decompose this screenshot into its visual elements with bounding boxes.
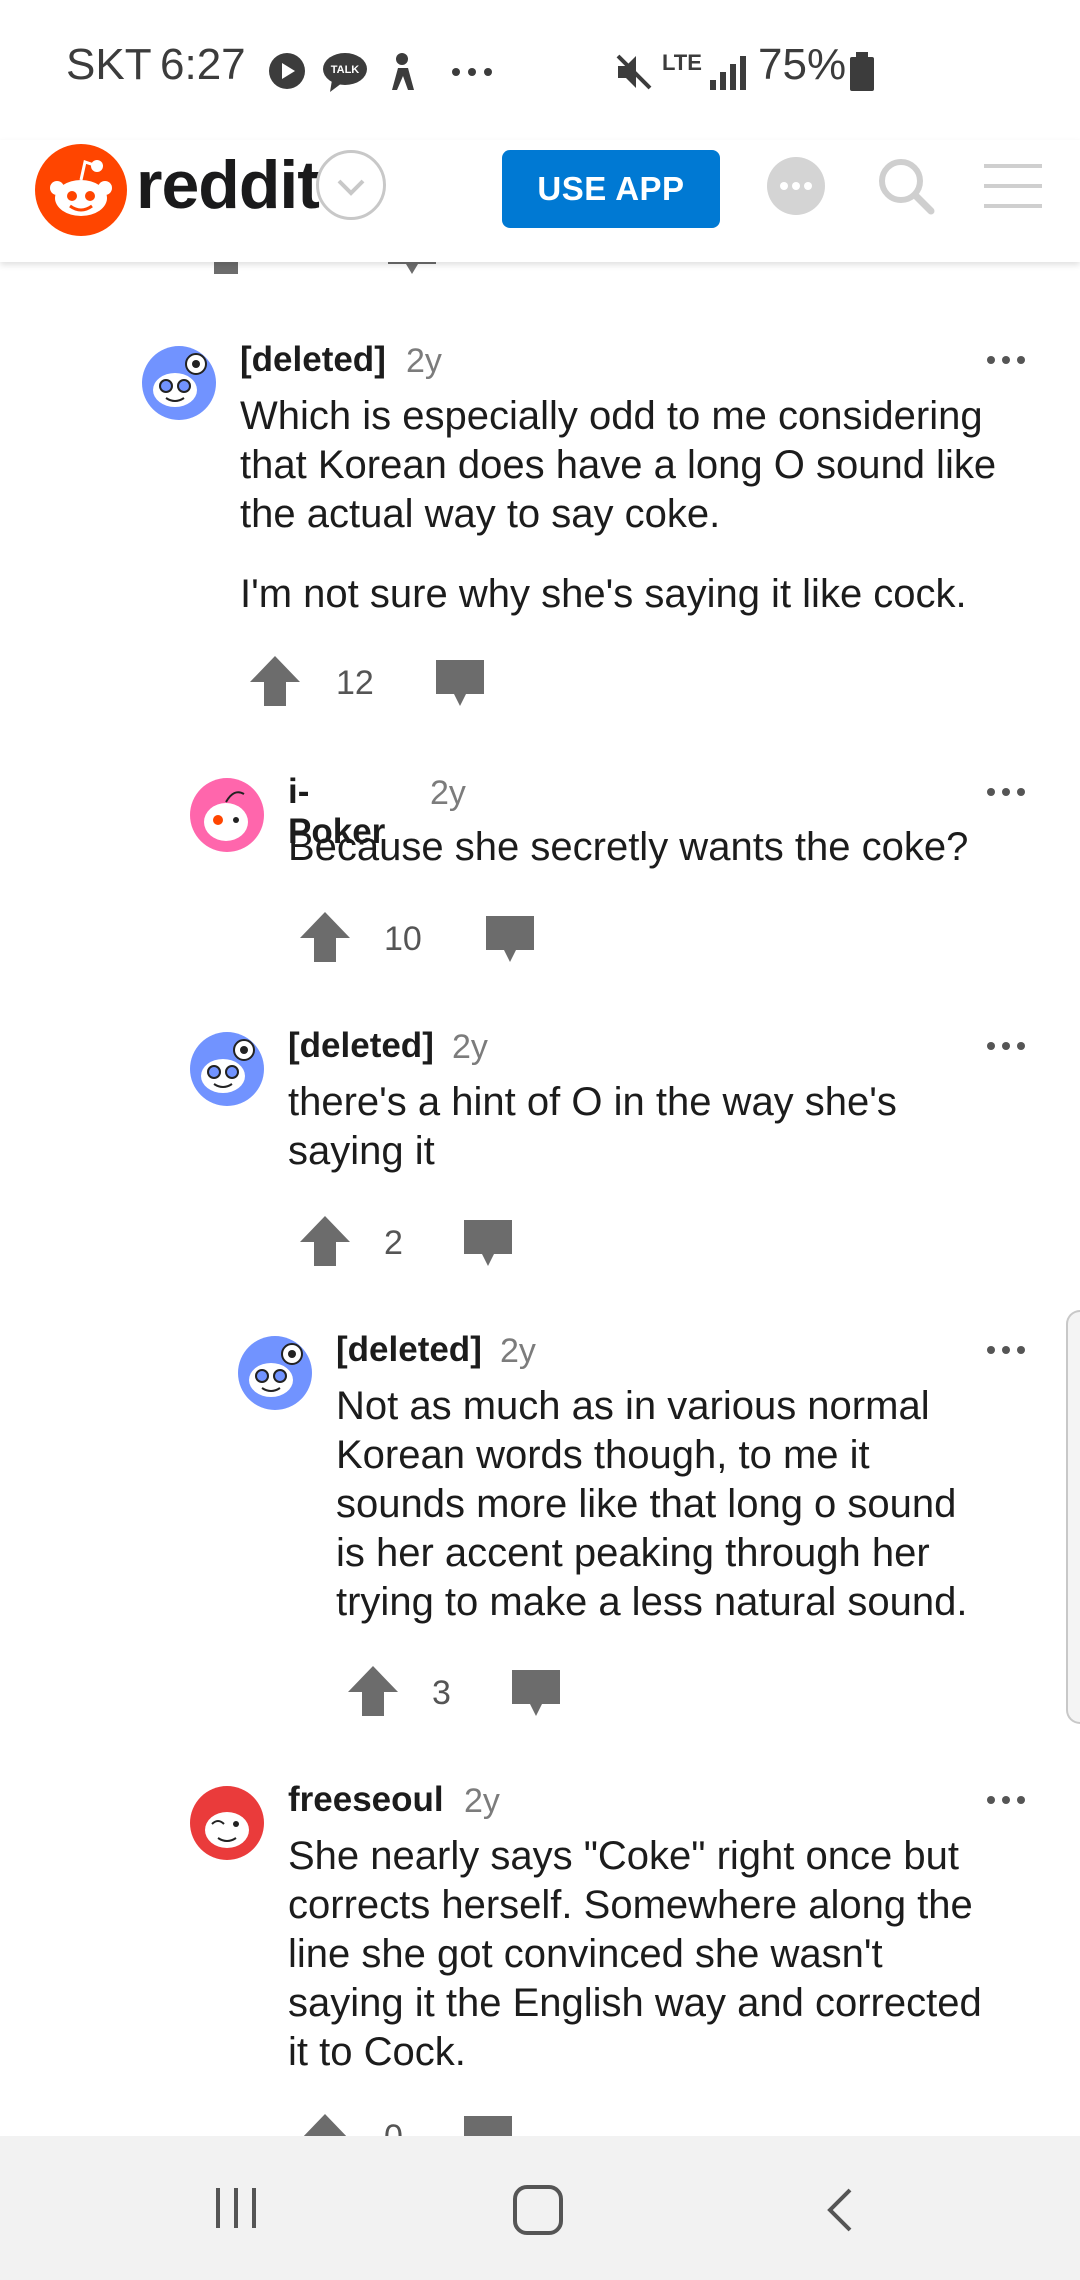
mute-icon — [616, 54, 652, 90]
avatar[interactable] — [190, 778, 264, 852]
comment-body-line: line she got convinced she wasn't — [288, 1932, 883, 1976]
more-options-icon[interactable] — [986, 1344, 1026, 1356]
system-nav-bar — [0, 2136, 1080, 2280]
avatar[interactable] — [238, 1336, 312, 1410]
more-options-icon[interactable] — [986, 1794, 1026, 1806]
chevron-down-icon — [337, 179, 365, 196]
reddit-header: reddit USE APP — [0, 140, 1080, 262]
upvote-icon[interactable] — [246, 652, 304, 710]
comment-body-line: it to Cock. — [288, 2030, 466, 2074]
comment-body-line: I'm not sure why she's saying it like co… — [240, 572, 967, 616]
more-options-icon[interactable] — [986, 1040, 1026, 1052]
reddit-wordmark[interactable]: reddit — [136, 146, 320, 224]
comment-body-line: the actual way to say coke. — [240, 492, 721, 536]
comment-body-line: Not as much as in various normal — [336, 1384, 930, 1428]
network-label: LTE — [662, 50, 702, 75]
more-options-icon[interactable] — [986, 354, 1026, 366]
reply-icon[interactable] — [460, 1216, 516, 1270]
upvote-icon[interactable] — [296, 1212, 354, 1270]
scrollbar[interactable] — [1066, 1310, 1080, 1724]
reply-icon[interactable] — [508, 1666, 564, 1720]
clock: 6:27 — [160, 40, 246, 89]
avatar[interactable] — [190, 1032, 264, 1106]
avatar[interactable] — [190, 1786, 264, 1860]
recent-apps-icon[interactable] — [212, 2186, 260, 2230]
comment-body-line: trying to make a less natural sound. — [336, 1580, 968, 1624]
signal-icon — [710, 56, 746, 90]
play-icon — [269, 53, 305, 89]
comment-author[interactable]: [deleted] — [336, 1330, 482, 1370]
avatar[interactable] — [142, 346, 216, 420]
battery-label: 75% — [758, 40, 847, 89]
reply-icon[interactable] — [432, 656, 488, 710]
comment-body-line: She nearly says "Coke" right once but — [288, 1834, 959, 1878]
comment-body-line: Which is especially odd to me considerin… — [240, 394, 983, 438]
reply-icon[interactable] — [482, 912, 538, 966]
svg-text:TALK: TALK — [331, 64, 360, 76]
talk-icon: TALK — [323, 53, 367, 92]
comment-body-line: there's a hint of O in the way she's — [288, 1080, 897, 1124]
comment-body-line: corrects herself. Somewhere along the — [288, 1883, 973, 1927]
upvote-icon[interactable] — [344, 1662, 402, 1720]
menu-icon[interactable] — [982, 156, 1044, 216]
community-dropdown-button[interactable] — [316, 150, 386, 220]
comment-author[interactable]: [deleted] — [240, 340, 386, 380]
more-options-icon[interactable] — [986, 786, 1026, 798]
comment-body-line: Korean words though, to me it — [336, 1433, 870, 1477]
comment-age: 2y — [406, 342, 442, 380]
use-app-button[interactable]: USE APP — [502, 150, 720, 228]
back-icon[interactable] — [822, 2186, 858, 2234]
comment-age: 2y — [452, 1028, 488, 1066]
chat-icon[interactable] — [766, 156, 826, 216]
comment-author[interactable]: [deleted] — [288, 1026, 434, 1066]
comment-body-line: sounds more like that long o sound — [336, 1482, 957, 1526]
carrier-label: SKT — [66, 40, 152, 89]
comment-body-line: is her accent peaking through her — [336, 1531, 930, 1575]
comment-age: 2y — [430, 774, 466, 812]
comment-body-line: saying it the English way and corrected — [288, 1981, 982, 2025]
comment-body-line: that Korean does have a long O sound lik… — [240, 443, 997, 487]
score: 3 — [432, 1674, 451, 1712]
more-dots-icon — [452, 68, 492, 76]
reddit-logo-icon[interactable] — [35, 144, 127, 236]
upvote-icon[interactable] — [296, 908, 354, 966]
comment-author[interactable]: freeseoul — [288, 1780, 444, 1820]
accessibility-icon — [392, 53, 414, 90]
status-bar: SKT 6:27 TALK LTE 75% — [0, 0, 1080, 140]
home-icon[interactable] — [512, 2184, 564, 2236]
comment-age: 2y — [500, 1332, 536, 1370]
search-icon[interactable] — [876, 156, 936, 216]
comment-body-line: saying it — [288, 1129, 435, 1173]
score: 2 — [384, 1224, 403, 1262]
comment-body-line: Because she secretly wants the coke? — [288, 825, 969, 869]
score: 12 — [336, 664, 374, 702]
battery-icon — [850, 52, 874, 91]
score: 10 — [384, 920, 422, 958]
comment-age: 2y — [464, 1782, 500, 1820]
